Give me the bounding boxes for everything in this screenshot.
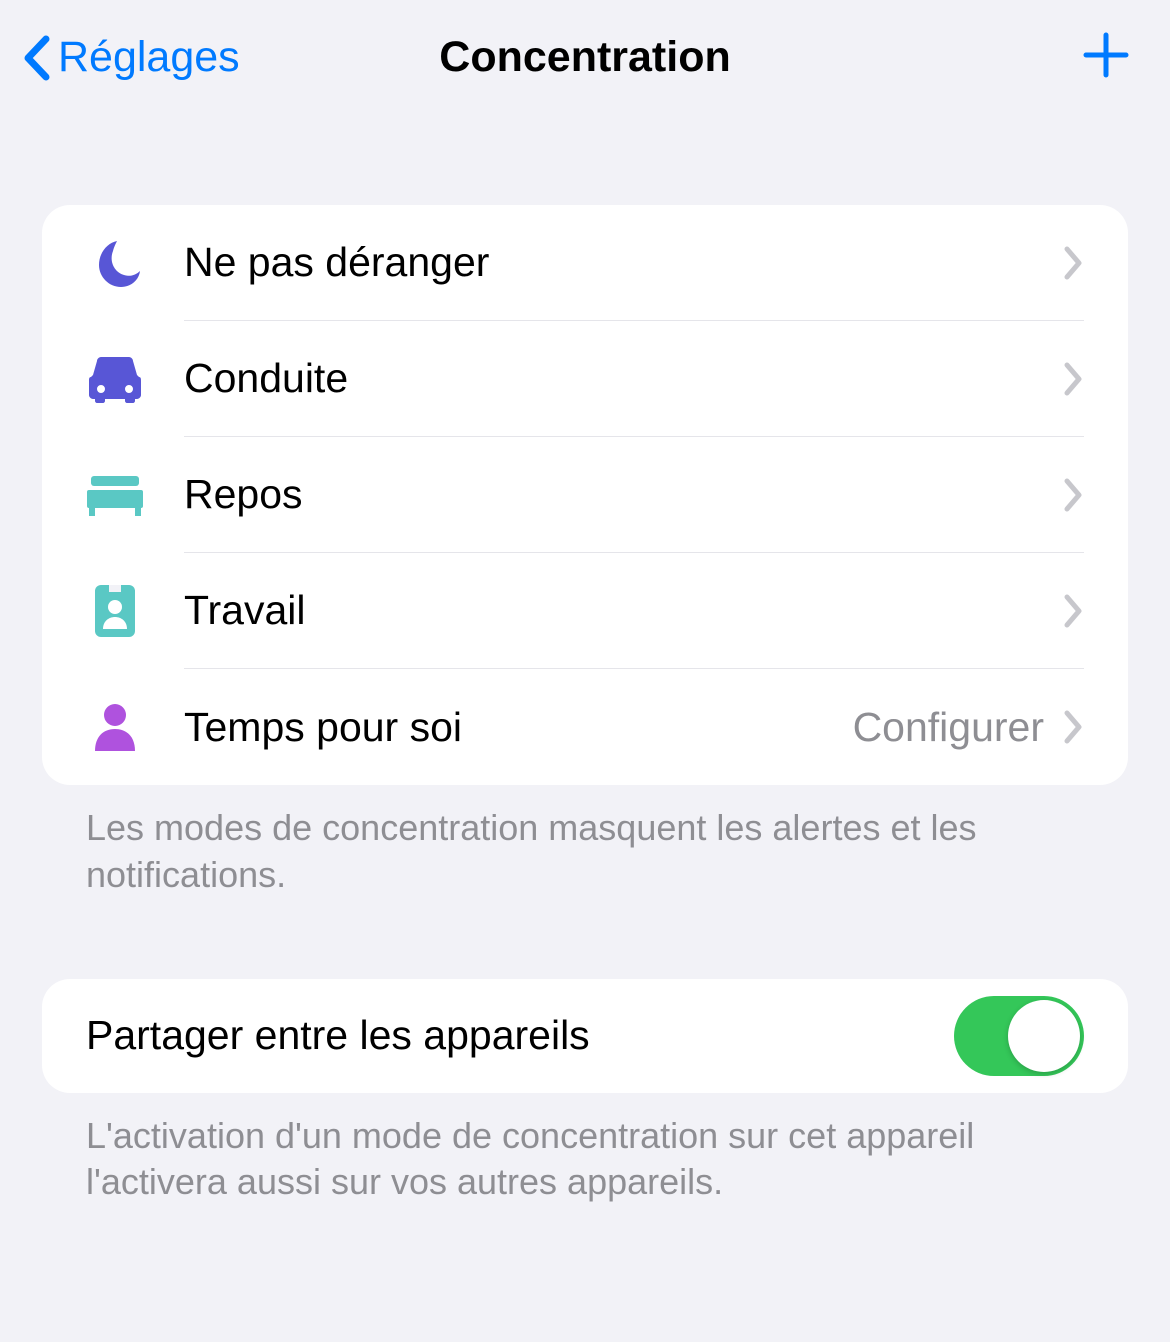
plus-icon bbox=[1082, 31, 1130, 79]
chevron-left-icon bbox=[22, 35, 50, 81]
chevron-right-icon bbox=[1064, 478, 1084, 512]
focus-item-detail: Configurer bbox=[853, 704, 1044, 751]
moon-icon bbox=[86, 234, 144, 292]
chevron-right-icon bbox=[1064, 246, 1084, 280]
focus-item-label: Repos bbox=[184, 471, 1064, 518]
focus-item-driving[interactable]: Conduite bbox=[42, 321, 1128, 437]
navigation-bar: Réglages Concentration bbox=[0, 0, 1170, 115]
focus-modes-list: Ne pas déranger Conduite bbox=[42, 205, 1128, 785]
share-toggle[interactable] bbox=[954, 996, 1084, 1076]
content-area: Ne pas déranger Conduite bbox=[0, 115, 1170, 1206]
add-button[interactable] bbox=[1082, 31, 1130, 84]
share-group: Partager entre les appareils bbox=[42, 979, 1128, 1093]
bed-icon bbox=[86, 466, 144, 524]
chevron-right-icon bbox=[1064, 710, 1084, 744]
page-title: Concentration bbox=[439, 33, 730, 82]
focus-item-personal[interactable]: Temps pour soi Configurer bbox=[42, 669, 1128, 785]
back-label: Réglages bbox=[58, 33, 240, 82]
focus-item-label: Ne pas déranger bbox=[184, 239, 1064, 286]
focus-item-sleep[interactable]: Repos bbox=[42, 437, 1128, 553]
person-icon bbox=[86, 698, 144, 756]
focus-item-do-not-disturb[interactable]: Ne pas déranger bbox=[42, 205, 1128, 321]
chevron-right-icon bbox=[1064, 594, 1084, 628]
toggle-knob bbox=[1008, 1000, 1080, 1072]
badge-icon bbox=[86, 582, 144, 640]
car-icon bbox=[86, 350, 144, 408]
share-item: Partager entre les appareils bbox=[42, 979, 1128, 1093]
focus-item-label: Temps pour soi bbox=[184, 704, 853, 751]
focus-footer-text: Les modes de concentration masquent les … bbox=[42, 785, 1128, 899]
chevron-right-icon bbox=[1064, 362, 1084, 396]
back-button[interactable]: Réglages bbox=[22, 33, 240, 82]
share-label: Partager entre les appareils bbox=[86, 1012, 590, 1059]
share-footer-text: L'activation d'un mode de concentration … bbox=[42, 1093, 1128, 1207]
focus-item-label: Conduite bbox=[184, 355, 1064, 402]
focus-item-label: Travail bbox=[184, 587, 1064, 634]
focus-item-work[interactable]: Travail bbox=[42, 553, 1128, 669]
